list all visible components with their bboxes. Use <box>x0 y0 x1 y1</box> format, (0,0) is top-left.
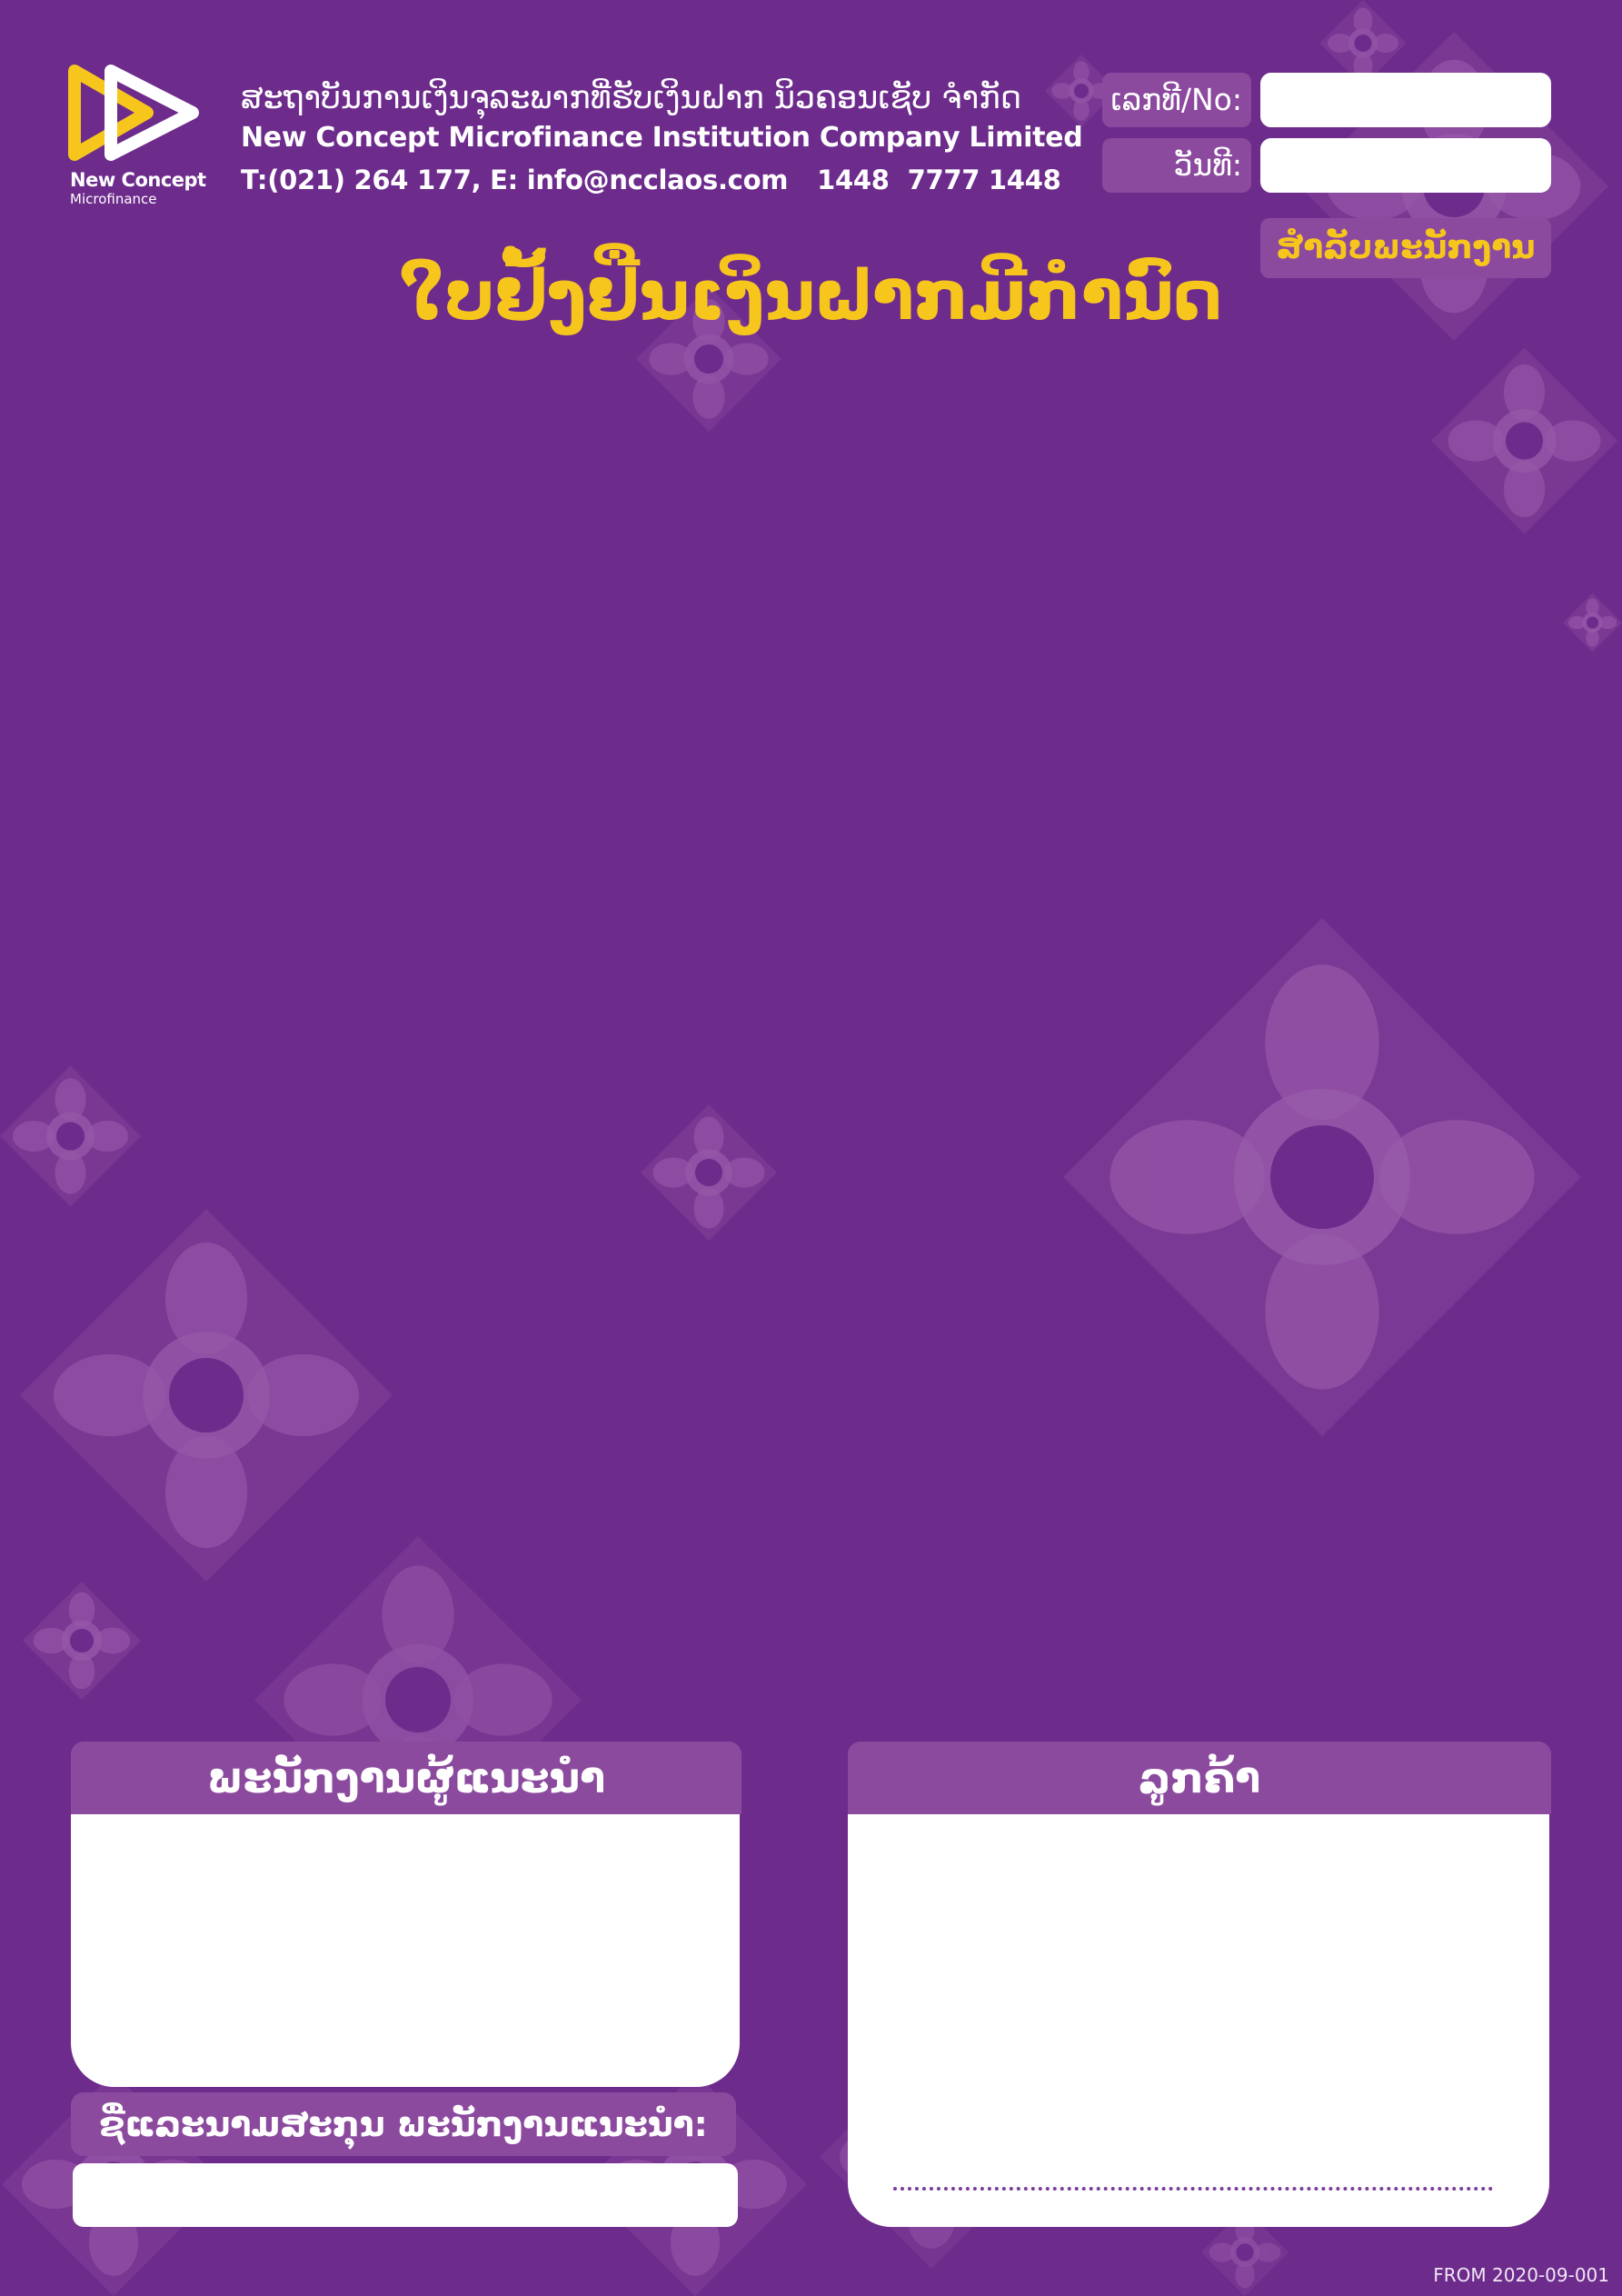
customer-signature-area[interactable] <box>848 1814 1549 2227</box>
logo-subtitle: Microfinance <box>70 191 157 207</box>
logo-name: New Concept <box>70 169 206 191</box>
referrer-name-label: ຊື່ແລະນາມສະກຸນ ພະນັກງານແນະນຳ: <box>71 2092 736 2156</box>
customer-section-title: ລູກຄ້າ <box>848 1742 1551 1814</box>
date-label: ວັນທີ: <box>1102 138 1251 193</box>
number-field[interactable] <box>1260 73 1551 127</box>
play-logo-icon <box>68 65 199 161</box>
customer-signature-line <box>893 2187 1493 2191</box>
company-name-lao: ສະຖາບັນການເງິນຈຸລະພາກທີ່ຮັບເງິນຝາກ ນິວຄອ… <box>241 80 1022 116</box>
form-code: FROM 2020-09-001 <box>1433 2264 1609 2286</box>
company-name-english: New Concept Microfinance Institution Com… <box>241 122 1083 154</box>
referrer-name-field[interactable] <box>73 2163 738 2227</box>
contact-phone-email: T:(021) 264 177, E: info@ncclaos.com <box>241 165 789 195</box>
contact-line: T:(021) 264 177, E: info@ncclaos.com 144… <box>241 162 1061 198</box>
number-label: ເລກທີ/No: <box>1102 73 1251 127</box>
lotus-ornament-icon <box>1431 345 1617 536</box>
form-title: ໃບຢັ້ງຢືນເງິນຝາກມີກຳນົດ <box>399 255 1223 335</box>
hotline-number: 1448 <box>817 165 890 195</box>
date-field[interactable] <box>1260 138 1551 193</box>
lotus-ornament-icon <box>1563 586 1622 659</box>
lotus-ornament-icon <box>0 1059 141 1213</box>
company-logo: New Concept Microfinance <box>67 64 206 209</box>
lotus-ornament-icon <box>641 1100 777 1245</box>
lotus-ornament-icon <box>20 1209 393 1582</box>
lotus-ornament-icon <box>23 1582 141 1700</box>
referrer-section-title: ພະນັກງານຜູ້ແນະນຳ <box>71 1742 741 1814</box>
lotus-ornament-icon <box>1063 918 1581 1436</box>
referrer-signature-area[interactable] <box>71 1814 740 2087</box>
whatsapp-number: 7777 1448 <box>907 165 1061 195</box>
